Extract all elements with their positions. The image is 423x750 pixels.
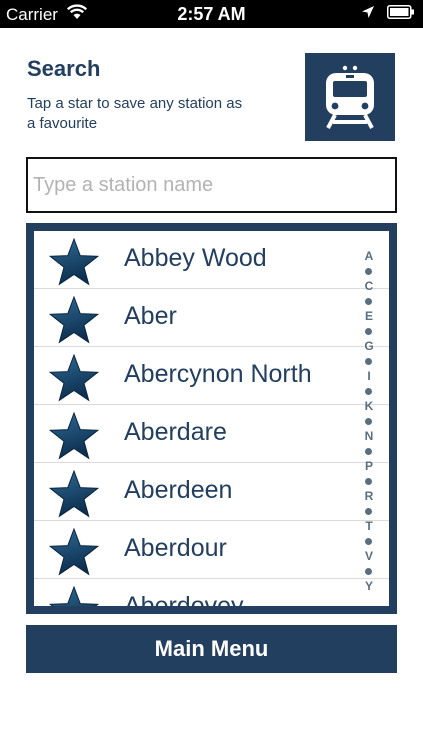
index-letter[interactable]: C — [356, 279, 382, 293]
index-letter[interactable]: E — [356, 309, 382, 323]
star-icon[interactable] — [48, 469, 100, 519]
index-dot — [365, 328, 372, 335]
station-row[interactable]: Aberdour — [34, 521, 389, 579]
train-icon — [305, 53, 395, 141]
page-title: Search — [27, 56, 101, 81]
status-bar: Carrier 2:57 AM — [0, 0, 423, 28]
location-arrow-icon — [361, 5, 375, 24]
star-icon[interactable] — [48, 411, 100, 461]
station-name: Aberdeen — [124, 476, 233, 504]
index-letter[interactable]: P — [356, 459, 382, 473]
star-icon[interactable] — [48, 353, 100, 403]
station-row[interactable]: Abbey Wood — [34, 231, 389, 289]
status-right — [361, 5, 415, 24]
station-row[interactable]: Aberdeen — [34, 463, 389, 521]
page-subtitle: Tap a star to save any station as a favo… — [27, 95, 243, 132]
index-dot — [365, 508, 372, 515]
station-name: Aberdare — [124, 418, 227, 446]
station-name: Abercynon North — [124, 360, 312, 388]
station-row[interactable]: Aberdare — [34, 405, 389, 463]
station-row[interactable]: Abercynon North — [34, 347, 389, 405]
battery-icon — [387, 5, 415, 24]
index-letter[interactable]: V — [356, 549, 382, 563]
star-icon[interactable] — [48, 295, 100, 345]
status-time: 2:57 AM — [177, 4, 246, 24]
star-icon[interactable] — [48, 527, 100, 577]
star-icon[interactable] — [48, 237, 100, 287]
index-letter[interactable]: Y — [356, 579, 382, 593]
station-list-frame: Abbey Wood Aber Abercynon North Aberdare Abe… — [26, 223, 397, 614]
index-letter[interactable]: A — [356, 249, 382, 263]
index-dot — [365, 538, 372, 545]
main-menu-button[interactable]: Main Menu — [26, 625, 397, 673]
index-dot — [365, 418, 372, 425]
station-search-input[interactable] — [26, 157, 397, 213]
index-letter[interactable]: R — [356, 489, 382, 503]
index-dot — [365, 568, 372, 575]
station-name: Aberdour — [124, 534, 227, 562]
station-name: Abbey Wood — [124, 244, 267, 272]
index-letter[interactable]: K — [356, 399, 382, 413]
station-name: Aberdovey — [124, 592, 244, 606]
index-dot — [365, 388, 372, 395]
alphabet-index[interactable]: A C E G I K N P R T V Y — [356, 249, 382, 597]
index-dot — [365, 448, 372, 455]
station-list[interactable]: Abbey Wood Aber Abercynon North Aberdare Abe… — [34, 231, 389, 606]
index-letter[interactable]: T — [356, 519, 382, 533]
index-dot — [365, 478, 372, 485]
index-letter[interactable]: I — [356, 369, 382, 383]
station-name: Aber — [124, 302, 177, 330]
index-dot — [365, 268, 372, 275]
index-letter[interactable]: N — [356, 429, 382, 443]
index-dot — [365, 298, 372, 305]
station-row[interactable]: Aber — [34, 289, 389, 347]
index-dot — [365, 358, 372, 365]
station-row[interactable]: Aberdovey — [34, 579, 389, 606]
index-letter[interactable]: G — [356, 339, 382, 353]
star-icon[interactable] — [48, 585, 100, 606]
